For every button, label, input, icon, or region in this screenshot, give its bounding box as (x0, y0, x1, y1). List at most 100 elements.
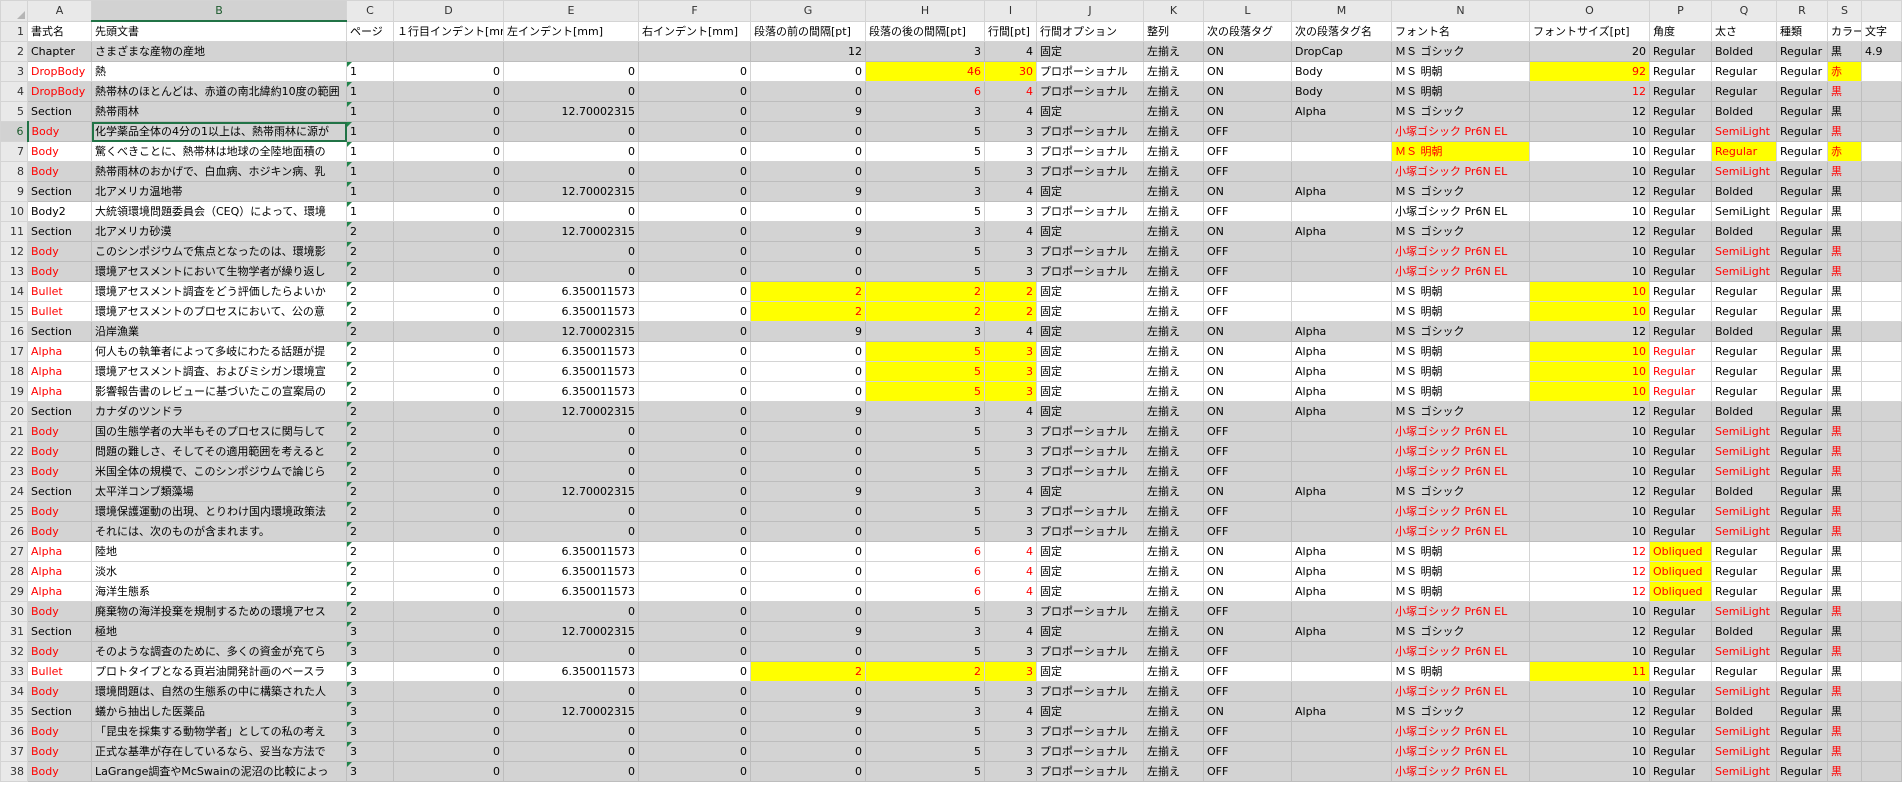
header-cell[interactable]: 行間[pt] (984, 20, 1037, 42)
cell-g17[interactable]: 0 (750, 341, 866, 362)
cell-j38[interactable]: プロポーショナル (1036, 761, 1144, 782)
cell-o10[interactable]: 10 (1529, 201, 1650, 222)
cell-r7[interactable]: Regular (1776, 141, 1828, 162)
cell-g35[interactable]: 9 (750, 701, 866, 722)
cell-e29[interactable]: 6.350011573 (503, 581, 639, 602)
cell-n14[interactable]: ＭＳ 明朝 (1391, 281, 1530, 302)
cell-g31[interactable]: 9 (750, 621, 866, 642)
cell-o28[interactable]: 12 (1529, 561, 1650, 582)
cell-g16[interactable]: 9 (750, 321, 866, 342)
cell-h6[interactable]: 5 (865, 121, 985, 142)
cell-c12[interactable]: 2 (346, 241, 394, 262)
cell-g12[interactable]: 0 (750, 241, 866, 262)
cell-p19[interactable]: Regular (1649, 381, 1712, 402)
cell-k19[interactable]: 左揃え (1143, 381, 1204, 402)
header-cell[interactable]: 次の段落タグ (1203, 20, 1292, 42)
cell-x37[interactable] (1861, 741, 1902, 762)
cell-b33[interactable]: プロトタイプとなる頁岩油開発計画のベースラ (91, 661, 347, 682)
cell-f32[interactable]: 0 (638, 641, 751, 662)
cell-c32[interactable]: 3 (346, 641, 394, 662)
cell-f23[interactable]: 0 (638, 461, 751, 482)
cell-x10[interactable] (1861, 201, 1902, 222)
cell-d12[interactable]: 0 (393, 241, 504, 262)
cell-h22[interactable]: 5 (865, 441, 985, 462)
cell-j34[interactable]: プロポーショナル (1036, 681, 1144, 702)
cell-k31[interactable]: 左揃え (1143, 621, 1204, 642)
cell-o25[interactable]: 10 (1529, 501, 1650, 522)
cell-s16[interactable]: 黒 (1827, 321, 1862, 342)
cell-n13[interactable]: 小塚ゴシック Pr6N EL (1391, 261, 1530, 282)
cell-r34[interactable]: Regular (1776, 681, 1828, 702)
cell-k15[interactable]: 左揃え (1143, 301, 1204, 322)
cell-x23[interactable] (1861, 461, 1902, 482)
cell-l13[interactable]: OFF (1203, 261, 1292, 282)
cell-r29[interactable]: Regular (1776, 581, 1828, 602)
cell-q14[interactable]: Regular (1711, 281, 1777, 302)
cell-q17[interactable]: Regular (1711, 341, 1777, 362)
cell-b6[interactable]: 化学薬品全体の4分の1以上は、熱帯雨林に源が (91, 121, 347, 142)
cell-e37[interactable]: 0 (503, 741, 639, 762)
cell-b8[interactable]: 熱帯雨林のおかげで、白血病、ホジキン病、乳 (91, 161, 347, 182)
cell-g5[interactable]: 9 (750, 101, 866, 122)
cell-e21[interactable]: 0 (503, 421, 639, 442)
cell-l31[interactable]: ON (1203, 621, 1292, 642)
cell-c10[interactable]: 1 (346, 201, 394, 222)
cell-i37[interactable]: 3 (984, 741, 1037, 762)
cell-m26[interactable] (1291, 521, 1392, 542)
cell-c34[interactable]: 3 (346, 681, 394, 702)
cell-r15[interactable]: Regular (1776, 301, 1828, 322)
cell-h2[interactable]: 3 (865, 41, 985, 62)
cell-j2[interactable]: 固定 (1036, 41, 1144, 62)
column-header-e[interactable]: E (503, 0, 639, 22)
cell-p5[interactable]: Regular (1649, 101, 1712, 122)
row-header-33[interactable]: 33 (0, 661, 28, 682)
row-header-14[interactable]: 14 (0, 281, 28, 302)
cell-d31[interactable]: 0 (393, 621, 504, 642)
cell-h12[interactable]: 5 (865, 241, 985, 262)
cell-o14[interactable]: 10 (1529, 281, 1650, 302)
cell-h23[interactable]: 5 (865, 461, 985, 482)
cell-n6[interactable]: 小塚ゴシック Pr6N EL (1391, 121, 1530, 142)
cell-g21[interactable]: 0 (750, 421, 866, 442)
cell-s38[interactable]: 黒 (1827, 761, 1862, 782)
cell-p29[interactable]: Obliqued (1649, 581, 1712, 602)
header-cell[interactable]: ページ (346, 20, 394, 42)
cell-q5[interactable]: Bolded (1711, 101, 1777, 122)
row-header-20[interactable]: 20 (0, 401, 28, 422)
column-header-c[interactable]: C (346, 0, 394, 22)
cell-d11[interactable]: 0 (393, 221, 504, 242)
cell-m28[interactable]: Alpha (1291, 561, 1392, 582)
cell-m17[interactable]: Alpha (1291, 341, 1392, 362)
cell-j16[interactable]: 固定 (1036, 321, 1144, 342)
cell-x19[interactable] (1861, 381, 1902, 402)
cell-s24[interactable]: 黒 (1827, 481, 1862, 502)
cell-s7[interactable]: 赤 (1827, 141, 1862, 162)
cell-s4[interactable]: 黒 (1827, 81, 1862, 102)
cell-k13[interactable]: 左揃え (1143, 261, 1204, 282)
row-header-2[interactable]: 2 (0, 41, 28, 62)
cell-e7[interactable]: 0 (503, 141, 639, 162)
cell-i6[interactable]: 3 (984, 121, 1037, 142)
cell-c7[interactable]: 1 (346, 141, 394, 162)
cell-o7[interactable]: 10 (1529, 141, 1650, 162)
cell-d4[interactable]: 0 (393, 81, 504, 102)
cell-r14[interactable]: Regular (1776, 281, 1828, 302)
column-header-b[interactable]: B (91, 0, 347, 22)
cell-k30[interactable]: 左揃え (1143, 601, 1204, 622)
cell-m24[interactable]: Alpha (1291, 481, 1392, 502)
cell-e8[interactable]: 0 (503, 161, 639, 182)
cell-f17[interactable]: 0 (638, 341, 751, 362)
cell-p22[interactable]: Regular (1649, 441, 1712, 462)
cell-r19[interactable]: Regular (1776, 381, 1828, 402)
cell-c14[interactable]: 2 (346, 281, 394, 302)
cell-d16[interactable]: 0 (393, 321, 504, 342)
cell-m14[interactable] (1291, 281, 1392, 302)
cell-g13[interactable]: 0 (750, 261, 866, 282)
cell-p36[interactable]: Regular (1649, 721, 1712, 742)
cell-f36[interactable]: 0 (638, 721, 751, 742)
cell-b27[interactable]: 陸地 (91, 541, 347, 562)
cell-k38[interactable]: 左揃え (1143, 761, 1204, 782)
cell-x15[interactable] (1861, 301, 1902, 322)
cell-f30[interactable]: 0 (638, 601, 751, 622)
cell-l24[interactable]: ON (1203, 481, 1292, 502)
